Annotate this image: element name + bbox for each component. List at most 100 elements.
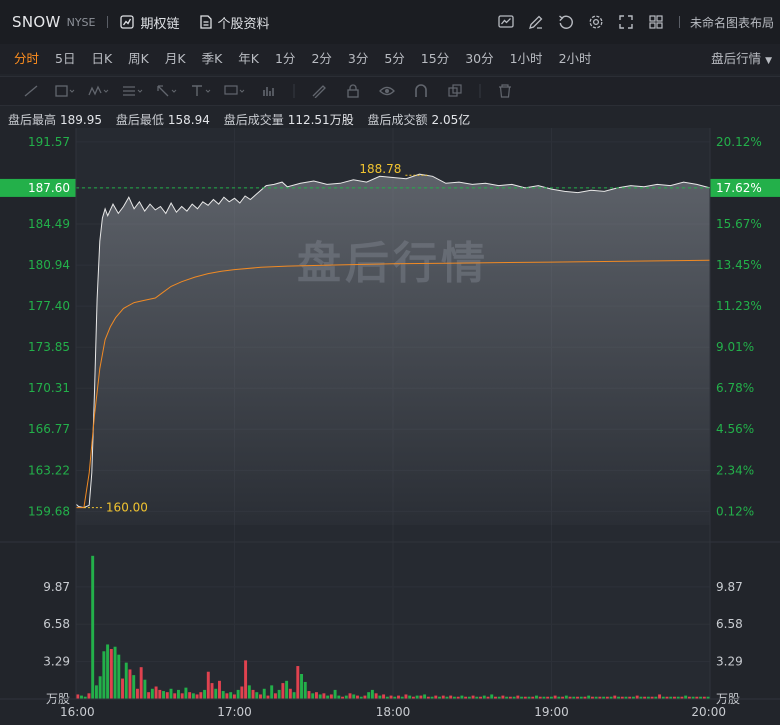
lock-icon[interactable]: [336, 80, 370, 102]
layout-name[interactable]: 未命名图表布局: [690, 14, 774, 31]
volume-tick-label: 9.87: [716, 580, 743, 594]
document-icon: [199, 15, 212, 29]
divider: [472, 80, 488, 102]
volume-bar: [251, 689, 255, 699]
volume-bar: [270, 685, 274, 699]
volume-bar: [191, 693, 195, 699]
volume-bar: [158, 689, 162, 699]
volume-bar: [210, 683, 214, 699]
volume-bar: [658, 694, 662, 699]
volume-bar: [535, 695, 538, 699]
price-tick-label: 166.77: [28, 422, 70, 436]
period-tab-1[interactable]: 5日: [47, 44, 83, 74]
amount-value: 2.05亿: [431, 113, 471, 127]
volume-tick-label: 3.29: [716, 655, 743, 669]
eye-icon[interactable]: [370, 80, 404, 102]
layout-grid-icon[interactable]: [641, 7, 671, 37]
high-annotation: 188.78: [359, 162, 401, 176]
wave-icon[interactable]: [82, 80, 116, 102]
volume-bar: [408, 695, 412, 699]
volume-bar: [203, 689, 207, 699]
volume-bar: [232, 694, 236, 699]
period-tab-9[interactable]: 3分: [340, 44, 376, 74]
volume-bar: [266, 695, 270, 699]
volume-bar: [288, 688, 292, 699]
top-bar: SNOW NYSE 期权链 个股资料 未命名图表布局: [0, 0, 780, 44]
bar-pattern-icon[interactable]: [252, 80, 286, 102]
volume-bar: [113, 646, 117, 699]
volume-bar: [173, 693, 177, 699]
volume-bar: [363, 695, 367, 699]
trash-icon[interactable]: [488, 80, 522, 102]
period-tab-10[interactable]: 5分: [376, 44, 412, 74]
volume-bar: [318, 694, 322, 699]
period-tab-0[interactable]: 分时: [6, 44, 47, 74]
symbol-label[interactable]: SNOW: [12, 13, 61, 31]
volume-bar: [303, 681, 307, 699]
period-tab-13[interactable]: 1小时: [502, 44, 551, 74]
price-area-fill: [76, 174, 710, 525]
period-tab-14[interactable]: 2小时: [551, 44, 600, 74]
options-chain-icon: [120, 15, 135, 29]
amount-label: 盘后成交额: [367, 113, 428, 127]
stock-profile-link[interactable]: 个股资料: [199, 13, 270, 32]
volume-bar: [501, 695, 505, 699]
volume-bar: [356, 695, 359, 699]
draw-icon[interactable]: [521, 7, 551, 37]
period-tab-8[interactable]: 2分: [303, 44, 339, 74]
session-selector[interactable]: 盘后行情 ▼: [711, 44, 772, 76]
arrow-icon[interactable]: [150, 80, 184, 102]
volume-bar: [218, 680, 221, 699]
volume-bar: [333, 689, 337, 699]
volume-bar: [449, 695, 453, 699]
volume-bar: [150, 688, 154, 699]
settings-icon[interactable]: [581, 7, 611, 37]
period-tab-4[interactable]: 月K: [157, 44, 194, 74]
volume-bar: [490, 694, 494, 699]
time-tick-label: 16:00: [60, 705, 95, 719]
text-tool-icon[interactable]: [184, 80, 218, 102]
percent-tick-label: 11.23%: [716, 299, 762, 313]
volume-bar: [240, 686, 244, 699]
session-selector-label: 盘后行情: [711, 51, 762, 66]
volume-bar: [244, 660, 248, 699]
percent-tick-label: 4.56%: [716, 422, 754, 436]
fibonacci-icon[interactable]: [116, 80, 150, 102]
period-tab-6[interactable]: 年K: [230, 44, 267, 74]
period-tab-3[interactable]: 周K: [120, 44, 157, 74]
options-chain-link[interactable]: 期权链: [120, 13, 180, 32]
price-tick-label: 173.85: [28, 340, 70, 354]
percent-tick-label: 9.01%: [716, 340, 754, 354]
fullscreen-icon[interactable]: [611, 7, 641, 37]
volume-bar: [516, 695, 520, 699]
indicator-icon[interactable]: [491, 7, 521, 37]
volume-bar: [635, 695, 639, 699]
volume-bar: [184, 687, 188, 699]
volume-bar: [76, 694, 80, 699]
volume-bar: [587, 695, 591, 699]
rectangle-icon[interactable]: [48, 80, 82, 102]
period-tab-12[interactable]: 30分: [457, 44, 501, 74]
percent-tick-label: 15.67%: [716, 217, 762, 231]
volume-bar: [124, 662, 128, 699]
undo-icon[interactable]: [551, 7, 581, 37]
period-tab-7[interactable]: 1分: [267, 44, 303, 74]
period-tab-5[interactable]: 季K: [194, 44, 231, 74]
after-hours-stats: 盘后最高 189.95 盘后最低 158.94 盘后成交量 112.51万股 盘后成交…: [8, 111, 480, 128]
trend-line-icon[interactable]: [14, 80, 48, 102]
volume-bar: [553, 695, 557, 699]
magnet-icon[interactable]: [404, 80, 438, 102]
volume-bar: [281, 683, 285, 699]
period-tab-11[interactable]: 15分: [413, 44, 457, 74]
period-tab-2[interactable]: 日K: [83, 44, 120, 74]
clone-icon[interactable]: [438, 80, 472, 102]
volume-bar: [135, 688, 139, 699]
comment-icon[interactable]: [218, 80, 252, 102]
low-value: 158.94: [167, 113, 210, 127]
brush-icon[interactable]: [302, 80, 336, 102]
intraday-chart[interactable]: 盘后行情188.78160.00191.57184.49180.94177.40…: [0, 128, 780, 725]
volume-bar: [109, 649, 113, 699]
volume-bar: [314, 692, 318, 699]
volume-bar: [98, 676, 102, 699]
volume-tick-label: 9.87: [43, 580, 70, 594]
